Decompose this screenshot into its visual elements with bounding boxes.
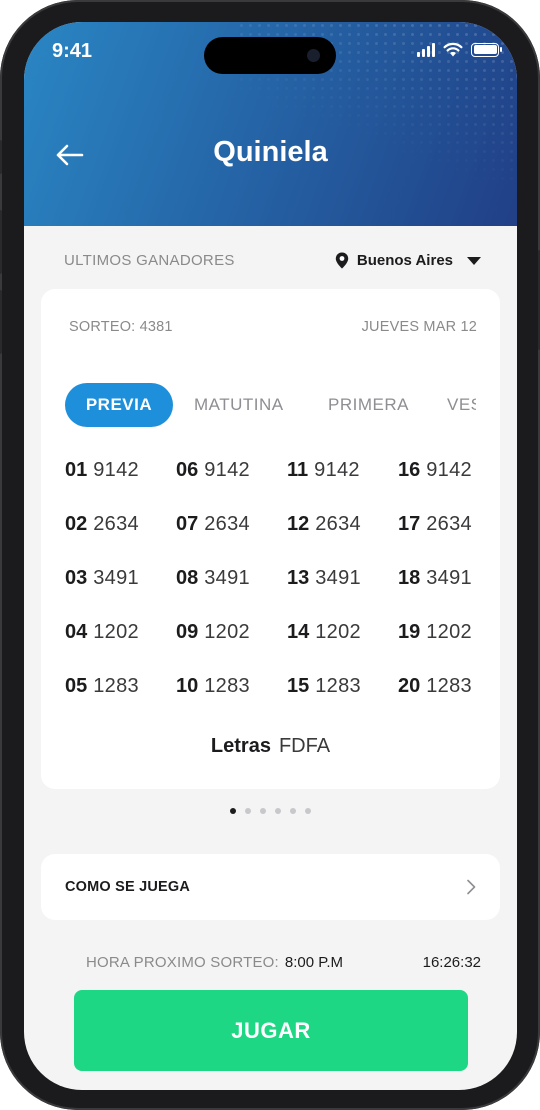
page-dot[interactable] — [230, 808, 236, 814]
result-item: 04 1202 — [65, 621, 139, 643]
letras-value: FDFA — [278, 735, 331, 757]
result-item: 18 3491 — [398, 567, 472, 589]
page-dot[interactable] — [260, 808, 266, 814]
results-grid: 01 9142 02 2634 03 3491 04 1202 05 1283 06 914… — [65, 459, 495, 729]
result-item: 06 9142 — [176, 459, 250, 481]
result-item: 09 1202 — [176, 621, 250, 643]
volume-up-button — [0, 210, 2, 274]
location-label: Buenos Aires — [356, 252, 453, 269]
draw-date: JUEVES MAR 12 — [361, 319, 477, 335]
tab-vespertina[interactable]: VESPERTINA — [447, 383, 476, 427]
next-draw-label: HORA PROXIMO SORTEO: — [86, 954, 279, 971]
result-item: 03 3491 — [65, 567, 139, 589]
winners-section-header: ULTIMOS GANADORES Buenos Aires — [64, 252, 481, 269]
countdown-timer: 16:26:32 — [422, 954, 481, 971]
result-item: 08 3491 — [176, 567, 250, 589]
result-item: 15 1283 — [287, 675, 361, 697]
page-dot[interactable] — [275, 808, 281, 814]
page-dot[interactable] — [305, 808, 311, 814]
draw-info: SORTEO: 4381 JUEVES MAR 12 — [69, 319, 477, 335]
result-item: 01 9142 — [65, 459, 139, 481]
result-item: 02 2634 — [65, 513, 139, 535]
play-button[interactable]: JUGAR — [74, 990, 468, 1071]
status-time: 9:41 — [52, 40, 93, 62]
next-draw-info: HORA PROXIMO SORTEO: 8:00 P.M 16:26:32 — [86, 954, 481, 971]
app-screen: 9:41 Quiniela ULTIMOS GANADORES Buenos A… — [24, 22, 517, 1090]
tab-matutina[interactable]: MATUTINA — [194, 383, 284, 427]
draw-tabs: PREVIA MATUTINA PRIMERA VESPERTINA — [65, 383, 476, 427]
phone-frame: 9:41 Quiniela ULTIMOS GANADORES Buenos A… — [0, 0, 540, 1110]
chevron-right-icon — [467, 879, 476, 895]
result-item: 05 1283 — [65, 675, 139, 697]
page-indicator — [24, 808, 517, 814]
result-item: 10 1283 — [176, 675, 250, 697]
draw-number: SORTEO: 4381 — [69, 319, 173, 335]
next-draw-time: 8:00 P.M — [284, 954, 344, 971]
result-item: 17 2634 — [398, 513, 472, 535]
result-item: 13 3491 — [287, 567, 361, 589]
result-item: 11 9142 — [287, 459, 360, 481]
tab-previa[interactable]: PREVIA — [65, 383, 173, 427]
volume-down-button — [0, 290, 2, 354]
dynamic-island — [204, 37, 336, 74]
map-pin-icon — [335, 252, 349, 269]
camera-icon — [307, 49, 320, 62]
result-item: 14 1202 — [287, 621, 361, 643]
status-icons — [417, 42, 502, 57]
location-selector[interactable]: Buenos Aires — [335, 252, 481, 269]
letras-row: Letras FDFA — [41, 735, 500, 758]
cellular-signal-icon — [417, 42, 435, 57]
results-card: SORTEO: 4381 JUEVES MAR 12 PREVIA MATUTI… — [41, 289, 500, 789]
caret-down-icon — [467, 256, 481, 265]
header: 9:41 Quiniela — [24, 22, 517, 226]
tab-primera[interactable]: PRIMERA — [328, 383, 409, 427]
section-label: ULTIMOS GANADORES — [64, 252, 235, 269]
result-item: 07 2634 — [176, 513, 250, 535]
page-title: Quiniela — [213, 136, 328, 168]
action-button — [0, 140, 2, 174]
wifi-icon — [443, 42, 463, 57]
battery-icon — [471, 42, 502, 57]
result-item: 16 9142 — [398, 459, 472, 481]
how-to-play-row[interactable]: COMO SE JUEGA — [41, 854, 500, 920]
result-item: 20 1283 — [398, 675, 472, 697]
how-to-play-label: COMO SE JUEGA — [65, 879, 191, 895]
page-dot[interactable] — [290, 808, 296, 814]
result-item: 19 1202 — [398, 621, 472, 643]
letras-label: Letras — [210, 735, 271, 757]
result-item: 12 2634 — [287, 513, 361, 535]
page-dot[interactable] — [245, 808, 251, 814]
